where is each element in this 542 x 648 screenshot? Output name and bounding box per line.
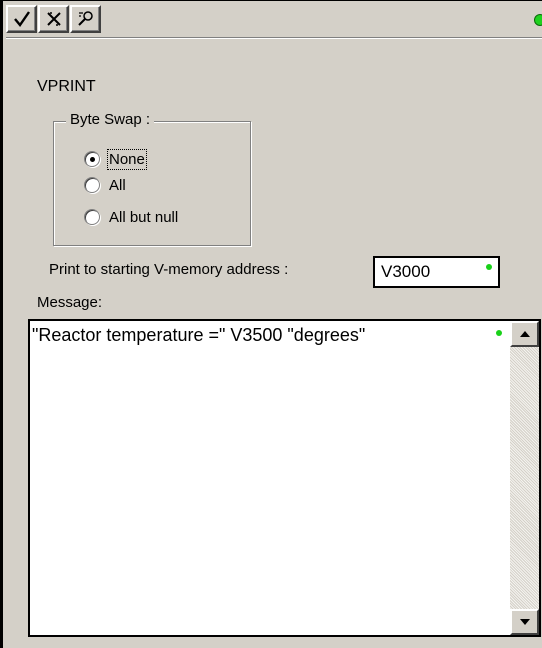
radio-none-label[interactable]: None bbox=[107, 148, 147, 170]
byte-swap-label: Byte Swap : bbox=[66, 111, 155, 128]
address-value: V3000 bbox=[381, 262, 431, 281]
arrow-down-icon bbox=[519, 619, 530, 625]
radio-all[interactable]: All bbox=[84, 175, 126, 195]
radio-all-button[interactable] bbox=[84, 177, 100, 193]
status-indicator-icon bbox=[534, 14, 542, 26]
toolbar bbox=[6, 5, 106, 33]
vprint-editor-panel: VPRINT Byte Swap : None All All but null… bbox=[0, 0, 542, 648]
message-textarea[interactable]: "Reactor temperature =" V3500 "degrees" bbox=[28, 319, 541, 637]
valid-indicator-icon bbox=[486, 264, 492, 270]
arrow-up-icon bbox=[519, 331, 530, 337]
toolbar-divider bbox=[6, 37, 542, 39]
scroll-up-button[interactable] bbox=[510, 321, 539, 347]
radio-all-but-null-label[interactable]: All but null bbox=[109, 209, 178, 226]
message-valid-indicator-icon bbox=[496, 330, 502, 336]
radio-none[interactable]: None bbox=[84, 148, 147, 170]
message-label: Message: bbox=[37, 294, 103, 311]
address-input[interactable]: V3000 bbox=[373, 256, 500, 288]
message-text: "Reactor temperature =" V3500 "degrees" bbox=[32, 325, 366, 345]
accept-button[interactable] bbox=[6, 5, 37, 33]
radio-all-label[interactable]: All bbox=[109, 177, 126, 194]
find-icon bbox=[77, 11, 93, 26]
cancel-button[interactable] bbox=[38, 5, 69, 33]
address-label: Print to starting V-memory address : bbox=[49, 261, 289, 278]
radio-none-button[interactable] bbox=[84, 151, 100, 167]
vertical-scrollbar[interactable] bbox=[510, 321, 539, 635]
instruction-title: VPRINT bbox=[37, 78, 96, 95]
cancel-x-icon bbox=[46, 12, 61, 26]
byte-swap-group: Byte Swap : None All All but null bbox=[53, 111, 251, 246]
browse-button[interactable] bbox=[70, 5, 101, 33]
scroll-down-button[interactable] bbox=[510, 609, 539, 635]
radio-all-but-null-button[interactable] bbox=[84, 209, 100, 225]
byte-swap-label-text: Byte Swap : bbox=[70, 111, 151, 128]
checkmark-icon bbox=[13, 11, 30, 27]
radio-all-but-null[interactable]: All but null bbox=[84, 207, 178, 227]
